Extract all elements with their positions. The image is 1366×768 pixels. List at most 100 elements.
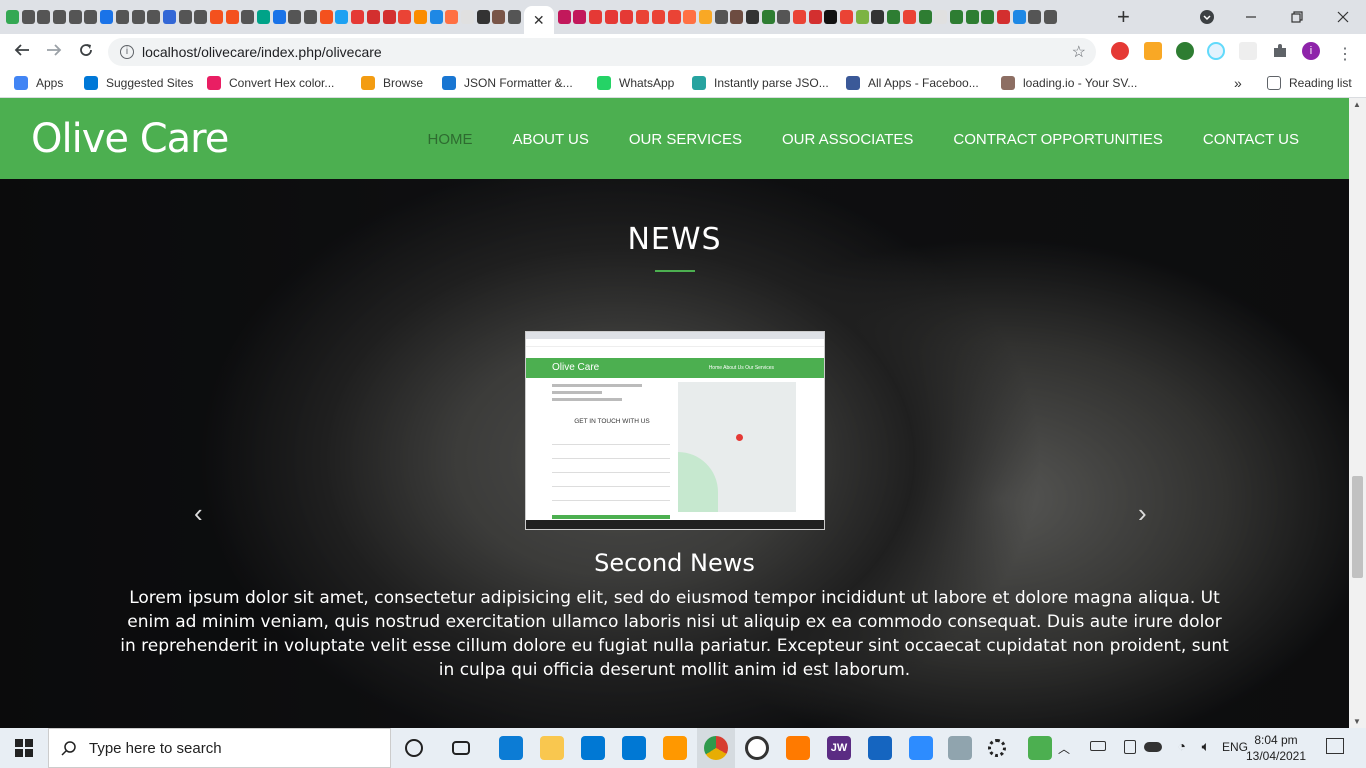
task-view-icon[interactable]: [452, 741, 470, 755]
bookmarks-overflow-icon[interactable]: »: [1234, 75, 1242, 91]
tab-favicon-icon[interactable]: [965, 10, 979, 24]
tab-favicon-icon[interactable]: [667, 10, 681, 24]
stack-icon[interactable]: [1028, 736, 1052, 760]
jw-icon[interactable]: JW: [827, 736, 851, 760]
extension-red-icon[interactable]: [1111, 42, 1129, 60]
tab-favicon-icon[interactable]: [636, 10, 650, 24]
tab-favicon-icon[interactable]: [824, 10, 838, 24]
tab-favicon-icon[interactable]: [1028, 10, 1042, 24]
chrome-menu-icon[interactable]: ⋮: [1337, 44, 1353, 64]
address-bar[interactable]: i localhost/olivecare/index.php/olivecar…: [108, 38, 1096, 66]
bookmark-star-icon[interactable]: ☆: [1072, 42, 1086, 62]
tab-favicon-icon[interactable]: [241, 10, 255, 24]
tab-favicon-icon[interactable]: [53, 10, 67, 24]
page-scrollbar[interactable]: ▲ ▼: [1349, 98, 1366, 728]
extension-globe-icon[interactable]: [1176, 42, 1194, 60]
tab-favicon-icon[interactable]: [761, 10, 775, 24]
site-logo[interactable]: Olive Care: [31, 116, 229, 162]
tab-favicon-icon[interactable]: [808, 10, 822, 24]
new-tab-button[interactable]: +: [1117, 4, 1130, 30]
tab-favicon-icon[interactable]: [1044, 10, 1057, 24]
nav-item-our-services[interactable]: OUR SERVICES: [629, 131, 742, 148]
tab-favicon-icon[interactable]: [100, 10, 114, 24]
tab-favicon-icon[interactable]: [445, 10, 459, 24]
active-tab[interactable]: ✕: [523, 6, 554, 34]
wifi-icon[interactable]: ◔: [1178, 738, 1186, 754]
tab-favicon-icon[interactable]: [887, 10, 901, 24]
tab-favicon-icon[interactable]: [382, 10, 396, 24]
nav-item-our-associates[interactable]: OUR ASSOCIATES: [782, 131, 913, 148]
carousel-next-button[interactable]: ›: [1138, 498, 1147, 529]
battery-icon[interactable]: [1090, 741, 1106, 751]
tab-favicon-icon[interactable]: [573, 10, 587, 24]
tab-favicon-icon[interactable]: [855, 10, 869, 24]
bookmark-item[interactable]: All Apps - Faceboo...: [846, 76, 979, 90]
tab-favicon-icon[interactable]: [949, 10, 963, 24]
tab-favicon-icon[interactable]: [651, 10, 665, 24]
tab-favicon-icon[interactable]: [508, 10, 521, 24]
tab-favicon-icon[interactable]: [918, 10, 932, 24]
tab-favicon-icon[interactable]: [492, 10, 506, 24]
snip-icon[interactable]: [948, 736, 972, 760]
file-explorer-icon[interactable]: [540, 736, 564, 760]
tab-favicon-icon[interactable]: [335, 10, 349, 24]
extensions-puzzle-icon[interactable]: [1271, 42, 1289, 60]
sublime-icon[interactable]: [663, 736, 687, 760]
reading-list-button[interactable]: Reading list: [1267, 76, 1352, 90]
tray-overflow-icon[interactable]: ︿: [1058, 740, 1070, 757]
tab-favicon-icon[interactable]: [272, 10, 286, 24]
nav-item-contract-opportunities[interactable]: CONTRACT OPPORTUNITIES: [953, 131, 1162, 148]
start-button[interactable]: [0, 728, 48, 768]
tab-favicon-icon[interactable]: [147, 10, 161, 24]
tab-favicon-icon[interactable]: [304, 10, 318, 24]
tab-favicon-icon[interactable]: [68, 10, 82, 24]
back-icon[interactable]: [6, 42, 38, 63]
tab-favicon-icon[interactable]: [902, 10, 916, 24]
tab-favicon-icon[interactable]: [840, 10, 854, 24]
reload-icon[interactable]: [70, 42, 102, 63]
word-icon[interactable]: [868, 736, 892, 760]
react-devtools-icon[interactable]: [1207, 42, 1225, 60]
tab-favicon-icon[interactable]: [194, 10, 208, 24]
tab-favicon-icon[interactable]: [793, 10, 806, 24]
tab-favicon-icon[interactable]: [460, 10, 474, 24]
nav-item-contact-us[interactable]: CONTACT US: [1203, 131, 1299, 148]
tab-search-icon[interactable]: [1184, 0, 1230, 34]
bookmark-item[interactable]: Convert Hex color...: [207, 76, 334, 90]
restore-icon[interactable]: [1274, 0, 1320, 34]
taskbar-clock[interactable]: 8:04 pm 13/04/2021: [1244, 732, 1308, 764]
tab-favicon-icon[interactable]: [6, 10, 19, 24]
zoom-icon[interactable]: [909, 736, 933, 760]
mail-icon[interactable]: [622, 736, 646, 760]
tab-favicon-icon[interactable]: [366, 10, 380, 24]
device-icon[interactable]: [1124, 740, 1136, 754]
vlc-icon[interactable]: [786, 736, 810, 760]
tab-favicon-icon[interactable]: [557, 10, 571, 24]
tab-favicon-icon[interactable]: [21, 10, 35, 24]
bookmark-item[interactable]: WhatsApp: [597, 76, 674, 90]
bookmark-item[interactable]: Apps: [14, 76, 63, 90]
tab-favicon-icon[interactable]: [288, 10, 302, 24]
tab-favicon-icon[interactable]: [351, 10, 365, 24]
tab-favicon-icon[interactable]: [413, 10, 427, 24]
scrollbar-thumb[interactable]: [1352, 476, 1363, 578]
tab-favicon-icon[interactable]: [620, 10, 634, 24]
tab-favicon-icon[interactable]: [37, 10, 51, 24]
tab-favicon-icon[interactable]: [1012, 10, 1026, 24]
notification-icon[interactable]: [1326, 738, 1344, 754]
tab-favicon-icon[interactable]: [476, 10, 490, 24]
tab-favicon-icon[interactable]: [698, 10, 712, 24]
tab-favicon-icon[interactable]: [209, 10, 223, 24]
tab-favicon-icon[interactable]: [225, 10, 239, 24]
tab-favicon-icon[interactable]: [429, 10, 443, 24]
settings-icon[interactable]: [988, 739, 1006, 757]
tab-favicon-icon[interactable]: [871, 10, 885, 24]
nav-item-home[interactable]: HOME: [427, 131, 472, 148]
tab-favicon-icon[interactable]: [934, 10, 948, 24]
nav-item-about-us[interactable]: ABOUT US: [512, 131, 588, 148]
tab-favicon-icon[interactable]: [84, 10, 98, 24]
tab-favicon-icon[interactable]: [257, 10, 270, 24]
obs-icon[interactable]: [745, 736, 769, 760]
tab-close-icon[interactable]: ✕: [533, 12, 545, 29]
extension-yellow-icon[interactable]: [1144, 42, 1162, 60]
